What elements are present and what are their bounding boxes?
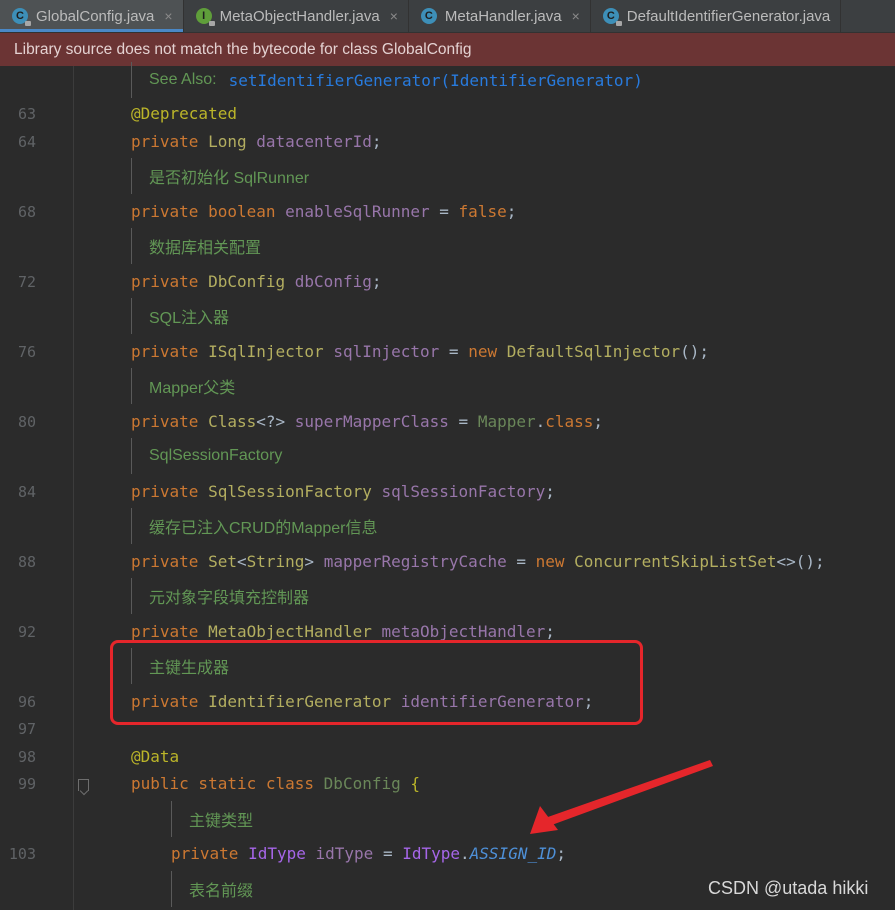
red-arrow-annotation <box>530 760 713 834</box>
code-line-76: private ISqlInjector sqlInjector = new D… <box>131 342 710 361</box>
tab-label: MetaHandler.java <box>444 7 562 25</box>
code-line-92: private MetaObjectHandler metaObjectHand… <box>131 622 555 641</box>
doc-comment: Mapper父类 <box>131 368 235 404</box>
line-number: 63 <box>17 105 36 123</box>
line-number: 72 <box>17 273 36 291</box>
watermark: CSDN @utada hikki <box>708 878 869 898</box>
doc-comment: 元对象字段填充控制器 <box>131 578 309 614</box>
see-also-label: See Also: <box>149 71 217 88</box>
line-number: 64 <box>17 133 36 151</box>
tab-defaultidentifiergenerator[interactable]: C DefaultIdentifierGenerator.java <box>591 0 842 32</box>
close-icon[interactable]: × <box>390 8 398 24</box>
doc-comment: 数据库相关配置 <box>131 228 261 264</box>
doc-comment: SqlSessionFactory <box>131 438 282 474</box>
see-also-link[interactable]: setIdentifierGenerator(IdentifierGenerat… <box>229 71 643 90</box>
tab-metahandler[interactable]: C MetaHandler.java × <box>409 0 591 32</box>
doc-comment: 主键类型 <box>171 801 253 837</box>
editor-tab-bar: C GlobalConfig.java × I MetaObjectHandle… <box>0 0 895 33</box>
code-line-63: @Deprecated <box>131 104 237 123</box>
tab-label: DefaultIdentifierGenerator.java <box>626 7 831 25</box>
code-line-99: public static class DbConfig { <box>131 774 421 793</box>
tab-label: MetaObjectHandler.java <box>219 7 380 25</box>
tab-label: GlobalConfig.java <box>36 7 155 25</box>
code-line-84: private SqlSessionFactory sqlSessionFact… <box>131 482 555 501</box>
line-number: 97 <box>17 720 36 738</box>
line-number: 99 <box>17 775 36 793</box>
line-number: 84 <box>17 483 36 501</box>
highlight-box <box>110 640 643 725</box>
doc-comment: 表名前缀 <box>171 871 253 907</box>
code-line-80: private Class<?> superMapperClass = Mapp… <box>131 412 604 431</box>
code-line-68: private boolean enableSqlRunner = false; <box>131 202 517 221</box>
doc-comment-see-also: See Also: setIdentifierGenerator(Identif… <box>131 62 643 98</box>
gutter-separator <box>73 66 74 910</box>
banner-text: Library source does not match the byteco… <box>14 40 472 58</box>
close-icon[interactable]: × <box>164 8 172 24</box>
interface-file-icon: I <box>195 8 215 26</box>
doc-comment: SQL注入器 <box>131 298 229 334</box>
code-line-103: private IdType idType = IdType.ASSIGN_ID… <box>171 844 566 863</box>
close-icon[interactable]: × <box>572 8 580 24</box>
code-line-88: private Set<String> mapperRegistryCache … <box>131 552 825 571</box>
tab-globalconfig[interactable]: C GlobalConfig.java × <box>0 0 184 32</box>
code-line-72: private DbConfig dbConfig; <box>131 272 382 291</box>
code-editor[interactable]: See Also: setIdentifierGenerator(Identif… <box>0 62 895 910</box>
class-file-icon: C <box>420 8 437 24</box>
line-number: 96 <box>17 693 36 711</box>
line-number: 103 <box>8 845 36 863</box>
line-number: 92 <box>17 623 36 641</box>
code-line-64: private Long datacenterId; <box>131 132 382 151</box>
code-line-98: @Data <box>131 747 180 766</box>
tab-metaobjecthandler[interactable]: I MetaObjectHandler.java × <box>184 0 409 32</box>
line-number: 80 <box>17 413 36 431</box>
class-file-icon: C <box>602 8 622 26</box>
doc-comment: 缓存已注入CRUD的Mapper信息 <box>131 508 377 544</box>
class-file-icon: C <box>12 8 31 26</box>
line-number: 98 <box>17 748 36 766</box>
doc-comment: 是否初始化 SqlRunner <box>131 158 309 194</box>
line-number: 88 <box>17 553 36 571</box>
fold-toggle-icon[interactable] <box>78 779 89 791</box>
line-number: 68 <box>17 203 36 221</box>
line-number: 76 <box>17 343 36 361</box>
